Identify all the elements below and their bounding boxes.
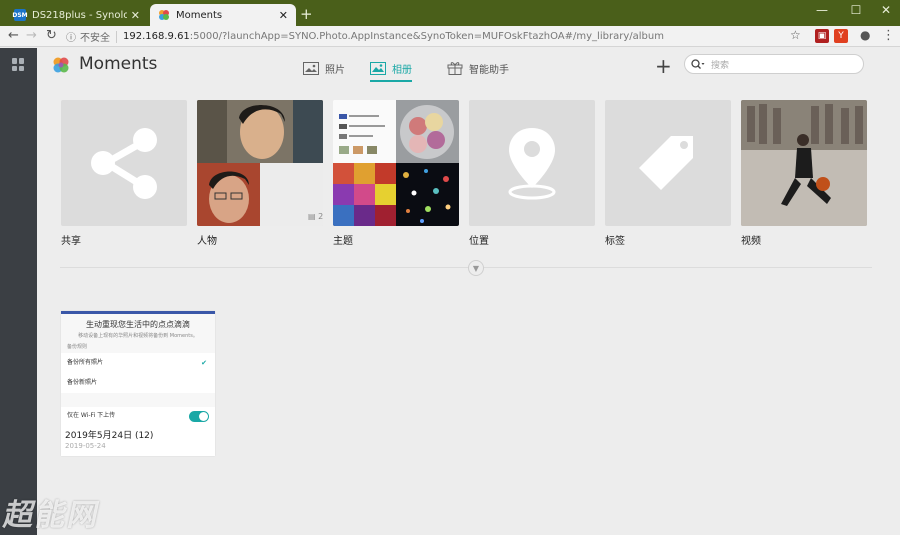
album-label: 标签 bbox=[605, 236, 625, 247]
back-icon[interactable]: ← bbox=[8, 28, 19, 43]
tab-albums[interactable]: 相册 bbox=[370, 58, 412, 82]
album-tag[interactable]: 标签 bbox=[605, 100, 731, 247]
moments-logo bbox=[53, 57, 69, 73]
url-text: 192.168.9.61:5000/?launchApp=SYNO.Photo.… bbox=[123, 31, 664, 42]
album-share[interactable]: 共享 bbox=[61, 100, 187, 247]
backup-card[interactable]: 生动重现您生活中的点点滴滴 移动设备上现有的华照片和视频将备份到 Moments… bbox=[61, 311, 215, 456]
section-divider bbox=[60, 267, 872, 268]
card-subtitle: 移动设备上现有的华照片和视频将备份到 Moments。 bbox=[78, 333, 198, 339]
maximize-icon[interactable]: ☐ bbox=[846, 3, 866, 17]
tab-title: Moments bbox=[176, 9, 223, 21]
not-secure-label: 不安全 bbox=[80, 33, 110, 44]
tab-photos[interactable]: 照片 bbox=[303, 58, 345, 78]
moments-app: Moments 照片 相册 智能助手 + 搜索 共享 ▤ 2 人物 主题 位置 … bbox=[37, 48, 900, 535]
tab-title: DS218plus - Synology DiskSta bbox=[32, 9, 127, 21]
album-thumb bbox=[605, 100, 731, 226]
main-menu-icon[interactable] bbox=[12, 58, 25, 71]
tab-smart-assistant[interactable]: 智能助手 bbox=[447, 58, 509, 78]
backup-card-screenshot: 生动重现您生活中的点点滴滴 移动设备上现有的华照片和视频将备份到 Moments… bbox=[61, 311, 215, 407]
album-video[interactable]: 视频 bbox=[741, 100, 867, 247]
album-label: 共享 bbox=[61, 236, 81, 247]
theme-collage bbox=[333, 100, 459, 226]
album-thumb bbox=[469, 100, 595, 226]
album-people[interactable]: ▤ 25 人物 bbox=[197, 100, 323, 247]
app-header: Moments 照片 相册 智能助手 + 搜索 bbox=[37, 48, 900, 84]
person-photo bbox=[197, 100, 323, 163]
tag-icon bbox=[639, 136, 693, 190]
bokeh-photo bbox=[396, 163, 459, 226]
browser-tab-bar: DSM DS218plus - Synology DiskSta ✕ Momen… bbox=[0, 0, 900, 26]
video-thumbnail bbox=[741, 100, 867, 226]
album-label: 人物 bbox=[197, 236, 217, 247]
minimize-icon[interactable]: — bbox=[812, 3, 832, 17]
document-photo bbox=[333, 100, 396, 163]
reload-icon[interactable]: ↻ bbox=[46, 28, 57, 43]
wifi-row: 仅在 Wi-Fi 下上传 bbox=[61, 408, 215, 424]
album-label: 视频 bbox=[741, 236, 761, 247]
bookmark-star-icon[interactable]: ☆ bbox=[790, 28, 801, 42]
check-icon: ✔ bbox=[201, 359, 207, 367]
url-field[interactable]: ⓘ 不安全 192.168.9.61:5000/?launchApp=SYNO.… bbox=[66, 28, 806, 45]
location-pin-icon bbox=[508, 128, 556, 200]
new-tab-button[interactable]: + bbox=[300, 5, 313, 23]
pigment-photo bbox=[333, 163, 396, 226]
search-icon bbox=[691, 58, 705, 69]
backup-option: 备份所有照片 ✔ bbox=[61, 353, 215, 373]
gift-icon bbox=[447, 62, 463, 75]
info-icon[interactable]: ⓘ bbox=[66, 29, 76, 44]
album-icon bbox=[370, 61, 386, 75]
backup-option: 备份新照片 bbox=[61, 373, 215, 393]
album-location[interactable]: 位置 bbox=[469, 100, 595, 247]
album-label: 位置 bbox=[469, 236, 489, 247]
dsm-dock bbox=[0, 48, 37, 535]
expand-chevron-icon[interactable]: ▼ bbox=[468, 260, 484, 276]
close-icon[interactable]: ✕ bbox=[131, 9, 140, 22]
share-icon bbox=[91, 128, 157, 199]
dsm-icon: DSM bbox=[12, 9, 28, 21]
moments-icon bbox=[158, 9, 170, 21]
person-photo: ▤ 25 bbox=[260, 163, 323, 226]
card-heading: 生动重现您生活中的点点滴滴 bbox=[86, 320, 190, 329]
album-theme[interactable]: 主题 bbox=[333, 100, 459, 247]
svg-text:▤ 25: ▤ 25 bbox=[308, 212, 323, 221]
album-label: 主题 bbox=[333, 236, 353, 247]
photo-icon bbox=[303, 61, 319, 75]
card-date: 2019-05-24 bbox=[65, 442, 106, 450]
card-section: 备份规则 bbox=[67, 344, 88, 350]
browser-tab-dsm[interactable]: DSM DS218plus - Synology DiskSta ✕ bbox=[6, 4, 148, 26]
search-input[interactable]: 搜索 bbox=[684, 54, 864, 74]
extension-icon[interactable]: ▣ bbox=[815, 29, 829, 43]
wifi-toggle bbox=[189, 411, 209, 422]
add-button[interactable]: + bbox=[655, 54, 672, 78]
close-window-icon[interactable]: ✕ bbox=[876, 3, 896, 17]
watermark-logo: 超能网 bbox=[0, 498, 104, 533]
forward-icon[interactable]: → bbox=[26, 28, 37, 43]
browser-tab-moments[interactable]: Moments ✕ bbox=[150, 4, 296, 26]
card-date-title: 2019年5月24日 (12) bbox=[65, 431, 154, 441]
macaron-photo bbox=[396, 100, 459, 163]
extension-icon[interactable]: Y bbox=[834, 29, 848, 43]
album-thumb bbox=[61, 100, 187, 226]
profile-icon[interactable]: ● bbox=[860, 28, 870, 42]
close-icon[interactable]: ✕ bbox=[279, 9, 288, 22]
menu-icon[interactable]: ⋮ bbox=[882, 28, 895, 43]
person-photo bbox=[197, 163, 260, 226]
app-title: Moments bbox=[79, 54, 158, 74]
people-collage: ▤ 25 bbox=[197, 100, 323, 226]
address-bar: ← → ↻ ⓘ 不安全 192.168.9.61:5000/?launchApp… bbox=[0, 26, 900, 47]
